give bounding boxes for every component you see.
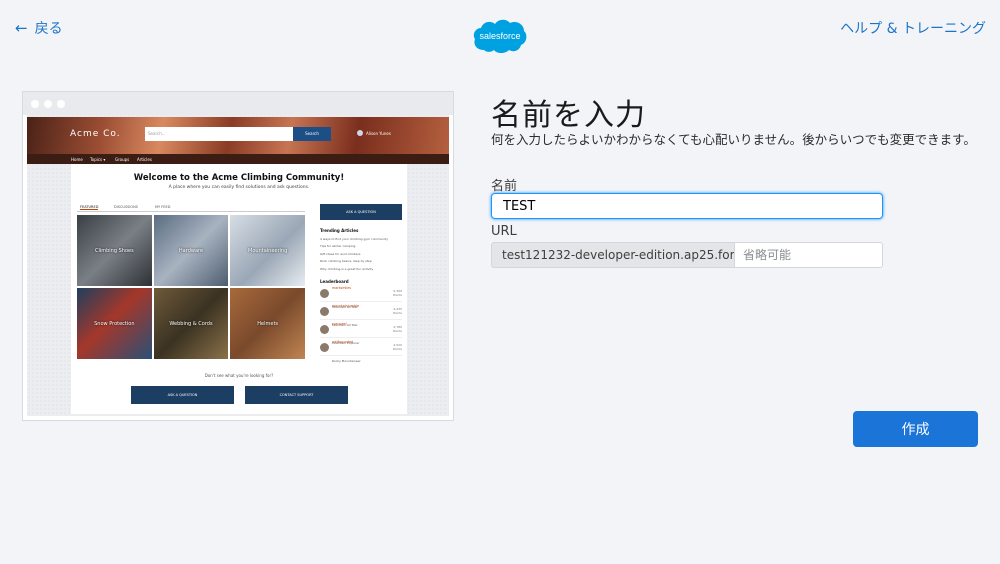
url-label: URL <box>491 224 517 239</box>
preview-bottom-ask-button: ASK A QUESTION <box>131 386 234 404</box>
preview-not-sure: Don't see what you're looking for? <box>204 373 274 378</box>
preview-trending-item: Gift ideas for avid climbers <box>320 251 361 256</box>
preview-tabs: FEATURED DISCUSSIONS MY FEED <box>77 204 305 212</box>
salesforce-logo: salesforce <box>473 19 527 53</box>
help-training-link[interactable]: ヘルプ & トレーニング <box>840 18 986 38</box>
window-dot-icon <box>31 99 39 108</box>
preview-tab: MY FEED <box>155 205 171 209</box>
window-dot-icon <box>57 99 65 108</box>
preview-trending-title: Trending Articles <box>320 228 359 233</box>
preview-right-panel: ASK A QUESTION Trending Articles 4 ways … <box>320 204 402 363</box>
preview-topic-tile: Helmets <box>230 288 305 359</box>
name-label: 名前 <box>491 179 518 194</box>
page-description: 何を入力したらよいかわからなくても心配いりません。後からいつでも変更できます。 <box>491 132 976 147</box>
preview-topic-tile: Webbing & Cords <box>153 288 229 359</box>
preview-topic-tile: Mountaineering <box>230 215 305 286</box>
preview-tab: FEATURED <box>80 205 99 210</box>
svg-text:salesforce: salesforce <box>479 31 520 41</box>
preview-user-name: Alison Yunes <box>366 130 391 136</box>
preview-topic-tile: Climbing Shoes <box>77 215 152 286</box>
preview-site-name: Acme Co. <box>70 129 121 139</box>
avatar <box>320 342 329 352</box>
preview-subtitle: A place where you can easily find soluti… <box>168 185 310 190</box>
url-suffix-input[interactable] <box>734 242 883 268</box>
preview-search: Search... <box>145 127 293 141</box>
preview-nav-item: Groups <box>115 157 130 162</box>
preview-contact-button: CONTACT SUPPORT <box>245 386 348 404</box>
community-preview: Acme Co. Search... Search Alison Yunes H… <box>22 91 454 421</box>
preview-page: Welcome to the Acme Climbing Community! … <box>71 164 407 414</box>
preview-nav-item: Articles <box>137 157 152 162</box>
url-prefix: test121232-developer-edition.ap25.force.… <box>491 242 734 268</box>
preview-user: Alison Yunes <box>357 130 391 136</box>
preview-nav: Home Topics ▾ Groups Articles <box>27 154 449 164</box>
preview-nav-item: Topics ▾ <box>90 157 106 162</box>
preview-nav-item: Home <box>71 157 83 162</box>
back-label: 戻る <box>34 21 63 37</box>
preview-hero: Acme Co. Search... Search Alison Yunes <box>27 117 449 154</box>
avatar <box>320 288 329 298</box>
preview-trending-item: Why climbing is a great fun activity <box>320 266 374 271</box>
preview-topic-tile: Snow Protection <box>77 288 152 359</box>
avatar <box>320 306 329 316</box>
create-button[interactable]: 作成 <box>853 411 978 447</box>
name-input[interactable] <box>491 193 883 219</box>
preview-trending-item: Tips for winter camping <box>320 244 356 248</box>
preview-ask-button: ASK A QUESTION <box>320 204 402 220</box>
preview-topic-tile: Hardware <box>153 215 229 286</box>
avatar <box>357 130 363 136</box>
page-title: 名前を入力 <box>491 98 646 133</box>
browser-chrome <box>23 92 453 115</box>
preview-leader-row: wellbounded Rocky Mountaineer 2,520 Points <box>320 340 402 363</box>
preview-site: Acme Co. Search... Search Alison Yunes H… <box>27 115 449 416</box>
preview-trending-item: 4 ways to find your climbing gym communi… <box>320 236 388 241</box>
window-dot-icon <box>44 99 52 108</box>
preview-tab: DISCUSSIONS <box>114 205 139 209</box>
back-link[interactable]: ← 戻る <box>15 18 63 38</box>
arrow-left-icon: ← <box>15 18 28 37</box>
avatar <box>320 324 329 334</box>
preview-welcome: Welcome to the Acme Climbing Community! <box>133 173 345 183</box>
preview-trending-item: Rock climbing basics, step by step <box>320 259 372 263</box>
preview-topic-grid: Climbing Shoes Hardware Mountaineering S… <box>77 215 305 359</box>
preview-search-button: Search <box>293 127 331 141</box>
